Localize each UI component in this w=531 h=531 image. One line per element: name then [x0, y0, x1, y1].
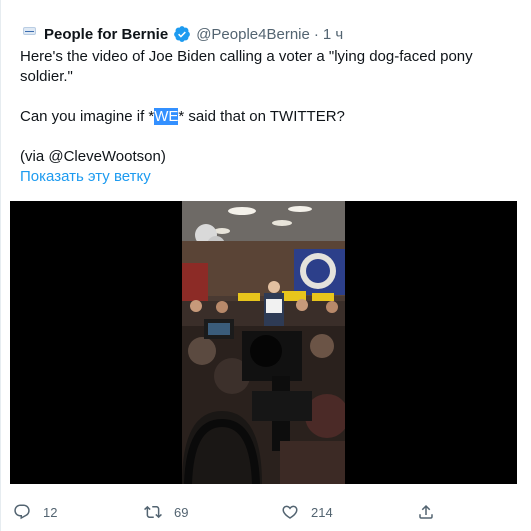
author-handle[interactable]: @People4Bernie: [196, 26, 310, 43]
author-name[interactable]: People for Bernie: [44, 26, 168, 43]
tweet-timestamp[interactable]: 1 ч: [323, 26, 343, 43]
retweet-button[interactable]: 69: [144, 494, 188, 530]
reply-button[interactable]: 12: [13, 494, 57, 530]
reply-count: 12: [43, 504, 58, 520]
share-button[interactable]: [417, 494, 435, 530]
reply-icon: [14, 504, 30, 520]
retweet-count: 69: [174, 504, 189, 520]
tweet-text-via: (via @CleveWootson): [20, 148, 166, 165]
tweet-text-line-1: Here's the video of Joe Biden calling a …: [20, 48, 473, 65]
tweet-text: Here's the video of Joe Biden calling a …: [20, 47, 510, 167]
tweet-text-prefix: Can you imagine if *: [20, 108, 155, 125]
show-thread-link[interactable]: Показать эту ветку: [20, 168, 151, 185]
verified-badge-icon: [174, 26, 191, 42]
retweet-icon: [144, 505, 162, 519]
video-thumbnail[interactable]: [182, 201, 345, 484]
avatar-logo-stripe: [25, 31, 34, 32]
tweet-card[interactable]: People for Bernie @People4Bernie · 1 ч H…: [0, 0, 531, 531]
like-count: 214: [311, 504, 333, 520]
tweet-text-suffix: * said that on TWITTER?: [178, 108, 345, 125]
share-icon: [419, 504, 433, 519]
heart-icon: [282, 505, 298, 519]
separator-dot: ·: [313, 25, 319, 43]
tweet-actions: 12 69 214: [0, 494, 531, 530]
tweet-text-line-3: Can you imagine if *WE* said that on TWI…: [20, 107, 510, 127]
timeline-divider: [0, 0, 1, 531]
selected-text: WE: [154, 108, 179, 125]
tweet-text-line-2: soldier.": [20, 68, 73, 85]
video-player[interactable]: [10, 201, 517, 484]
like-button[interactable]: 214: [281, 494, 333, 530]
avatar[interactable]: [23, 27, 36, 35]
tweet-header: People for Bernie @People4Bernie · 1 ч: [44, 23, 343, 45]
